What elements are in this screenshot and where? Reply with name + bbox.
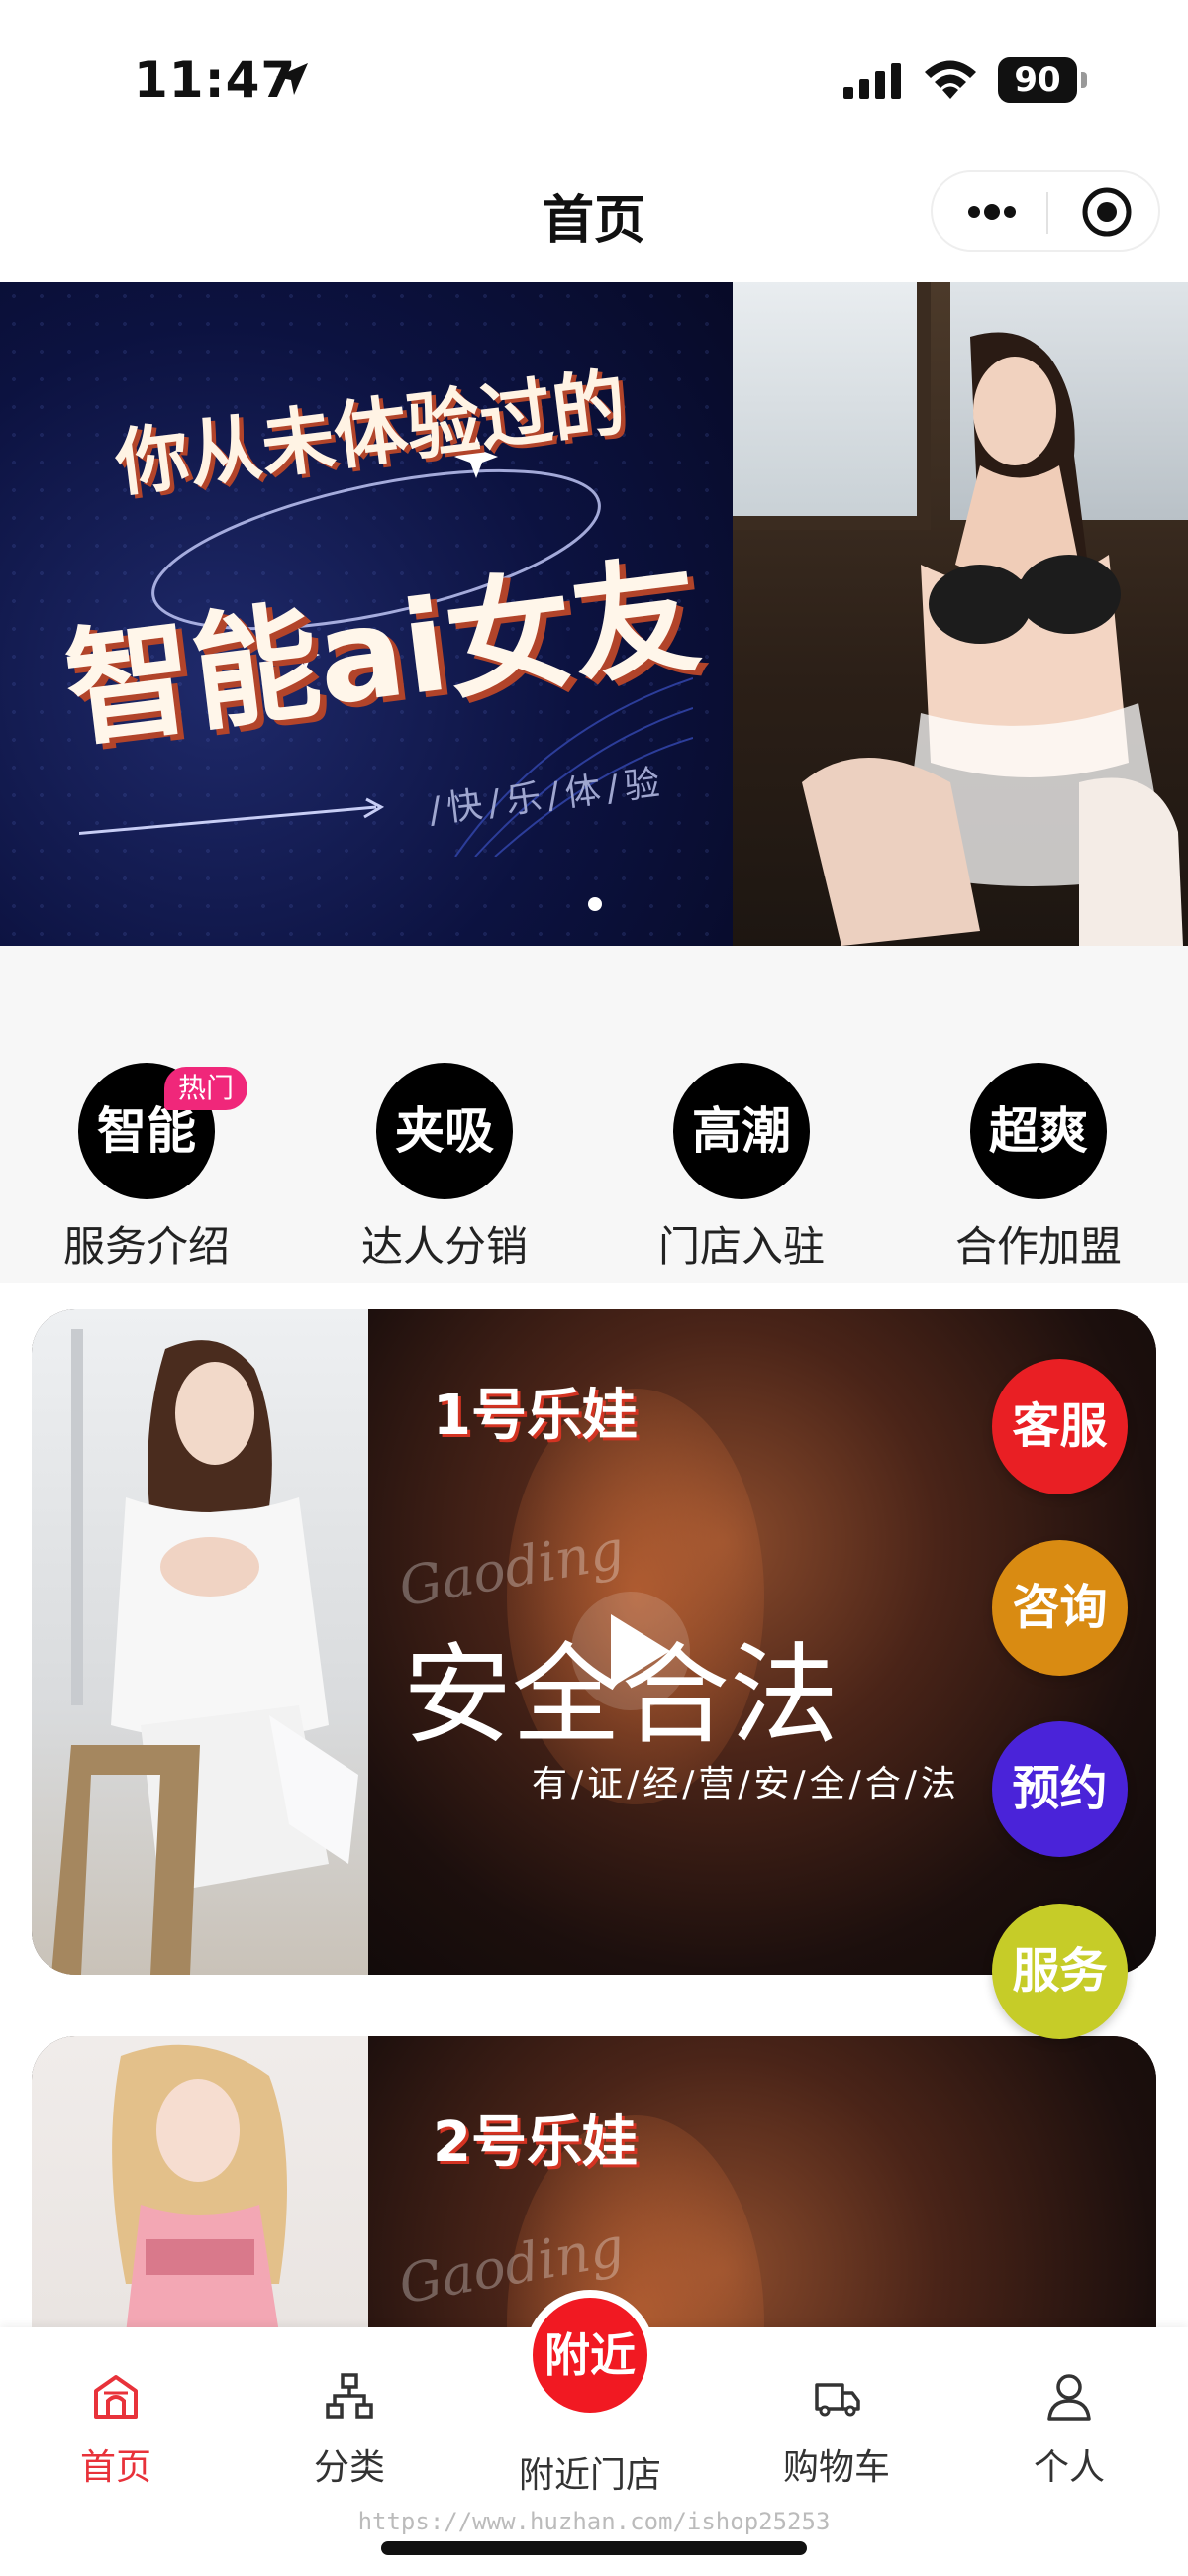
capsule-divider	[1046, 192, 1048, 234]
menu-item-label: 服务介绍	[62, 1222, 230, 1271]
banner-graphic: 你从未体验过的 智能ai女友 /快/乐/体/验	[0, 282, 733, 946]
tab-label: 个人	[1033, 2447, 1105, 2488]
product-card[interactable]: 1号乐娃 Gaoding 安全合法 有/证/经/营/安/全/合/法	[32, 1309, 1156, 1975]
tab-bar: 首页 分类 附近 附近门店 购物车 个人	[0, 2290, 1188, 2576]
user-icon	[1047, 2374, 1091, 2421]
product-title: 2号乐娃	[433, 2111, 638, 2175]
product-title: 1号乐娃	[433, 1384, 638, 1448]
footer-url: https://www.huzhan.com/ishop25253	[357, 2508, 831, 2535]
model-photo-image	[802, 332, 1183, 946]
tab-profile[interactable]: 个人	[970, 2349, 1168, 2488]
product-slogan: 有/证/经/营/安/全/合/法	[532, 1764, 960, 1804]
tab-label: 购物车	[782, 2447, 890, 2488]
banner-carousel[interactable]: 你从未体验过的 智能ai女友 /快/乐/体/验	[0, 282, 1188, 946]
booking-button[interactable]: 预约	[992, 1721, 1128, 1857]
nav-bar: 首页	[0, 149, 1188, 282]
service-button[interactable]: 服务	[992, 1904, 1128, 2039]
home-indicator[interactable]	[381, 2541, 807, 2555]
close-mini-program-icon[interactable]	[1079, 184, 1135, 240]
tab-label: 附近门店	[518, 2455, 661, 2496]
location-arrow-icon	[276, 63, 308, 95]
status-bar: 11:47 90	[0, 0, 1188, 149]
menu-item-label: 门店入驻	[657, 1222, 825, 1271]
cellular-signal-icon	[843, 63, 901, 99]
tab-cart[interactable]: 购物车	[738, 2349, 936, 2488]
menu-item-label: 达人分销	[360, 1222, 528, 1271]
tab-category[interactable]: 分类	[250, 2349, 448, 2488]
menu-item-store-join[interactable]: 高潮 门店入驻	[633, 1005, 850, 1271]
battery-indicator: 90	[998, 57, 1087, 103]
menu-item-distribution[interactable]: 夹吸 达人分销	[336, 1005, 553, 1271]
wifi-icon	[925, 60, 976, 99]
menu-circle-icon: 高潮	[673, 1063, 810, 1199]
menu-item-service-intro[interactable]: 智能 热门 服务介绍	[38, 1005, 255, 1271]
category-icon	[326, 2373, 373, 2419]
mini-program-capsule	[931, 170, 1160, 252]
delivery-truck-icon	[815, 2383, 860, 2417]
tab-label: 首页	[79, 2447, 151, 2488]
consult-button[interactable]: 咨询	[992, 1540, 1128, 1676]
tab-label: 分类	[313, 2447, 385, 2488]
customer-service-button[interactable]: 客服	[992, 1359, 1128, 1494]
tab-home[interactable]: 首页	[17, 2349, 215, 2488]
more-icon[interactable]	[962, 184, 1022, 240]
quick-menu: 智能 热门 服务介绍 夹吸 达人分销 高潮 门店入驻 超爽 合作加盟	[0, 946, 1188, 1283]
menu-circle-icon: 夹吸	[376, 1063, 513, 1199]
menu-item-franchise[interactable]: 超爽 合作加盟	[930, 1005, 1147, 1271]
carousel-indicator-dot[interactable]	[588, 897, 602, 911]
play-icon[interactable]	[566, 1587, 695, 1715]
doll-photo-image	[51, 1329, 358, 1975]
menu-circle-icon: 超爽	[970, 1063, 1107, 1199]
nearby-tab-button[interactable]: 附近	[525, 2290, 655, 2421]
home-icon	[94, 2375, 138, 2419]
menu-item-label: 合作加盟	[954, 1222, 1122, 1271]
hot-badge: 热门	[164, 1067, 248, 1110]
